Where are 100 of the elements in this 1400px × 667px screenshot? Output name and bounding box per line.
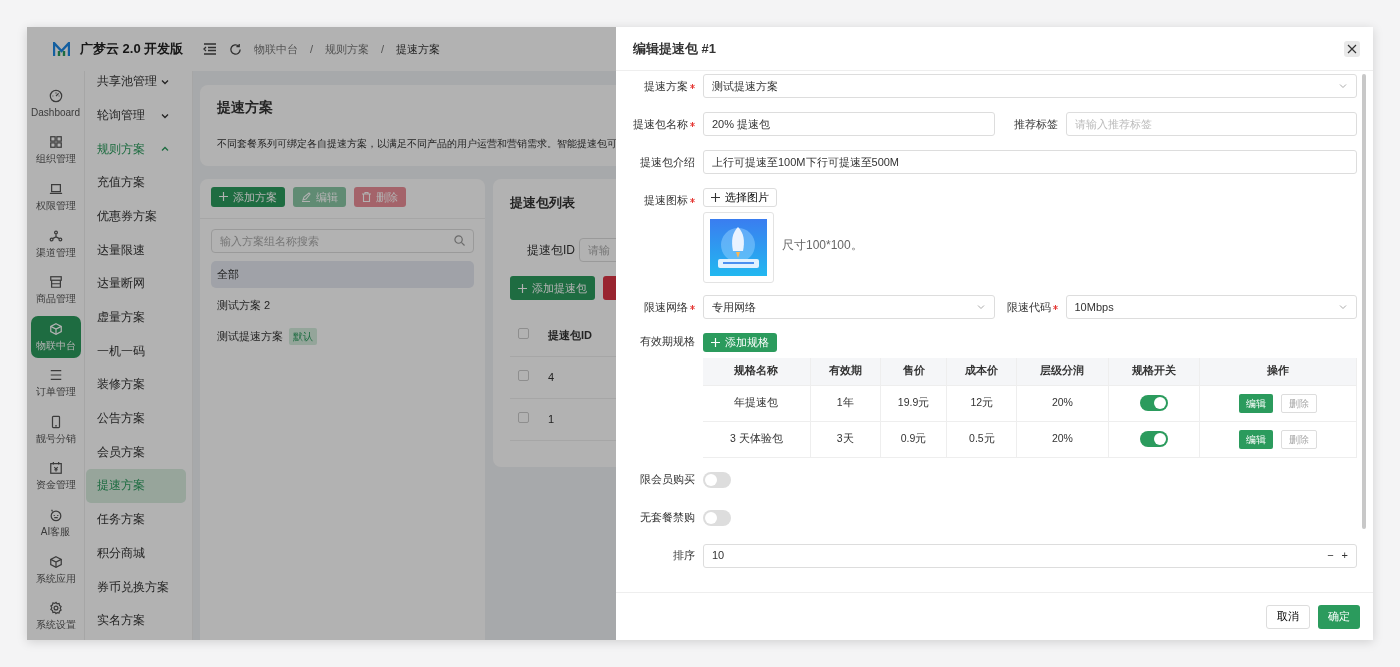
checkbox[interactable] [518,412,529,424]
input-field[interactable]: 20% 提速包 [703,112,995,136]
rail-item[interactable]: 商品管理 [30,269,81,312]
checkbox[interactable] [518,370,529,382]
menu-item[interactable]: 积分商城 [86,536,186,571]
field-label: 限会员购买 [640,472,695,488]
confirm-button[interactable]: 确定 [1318,604,1360,629]
grid-icon [48,135,63,150]
table-cell: 20% [1016,385,1108,421]
column-header: 成本价 [946,358,1017,385]
menu-item[interactable]: 会员方案 [86,435,186,470]
menu-item[interactable]: 一机一码 [86,334,186,369]
column-header: 操作 [1199,358,1357,385]
menu-item[interactable]: 达量限速 [86,233,186,268]
select-field[interactable]: 10Mbps [1065,295,1357,319]
menu-item[interactable]: 公告方案 [86,401,186,436]
field-label: 限速网络 [644,299,688,315]
menu-icon[interactable] [203,42,217,56]
table-cell: 19.9元 [880,385,947,421]
input-field[interactable]: 上行可提速至100M下行可提速至500M [703,150,1357,174]
menu-item[interactable]: 券币兑换方案 [86,570,186,604]
plus-icon [518,283,527,293]
select-field[interactable]: 专用网络 [703,295,995,319]
edit-button[interactable]: 编辑 [1238,393,1273,413]
rail-item[interactable]: 物联中台 [30,315,81,359]
breadcrumb-link[interactable]: 规则方案 [325,40,370,58]
field-label: 推荐标签 [1013,116,1058,132]
breadcrumb-separator: / [310,41,314,57]
choose-image-button[interactable]: 选择图片 [703,188,777,207]
cube-icon [48,321,63,336]
menu-item[interactable]: 任务方案 [86,502,186,537]
close-button[interactable] [1344,40,1360,57]
menu-item[interactable]: 虚量方案 [86,300,186,335]
rail-item[interactable]: 组织管理 [30,129,81,173]
toggle-switch[interactable] [703,509,731,526]
rail-item[interactable]: 靓号分销 [30,409,81,452]
scheme-item[interactable]: 全部 [211,260,474,288]
column-header: 规格名称 [703,358,811,385]
column-header: 规格开关 [1108,358,1200,385]
field-label: 有效期规格 [640,334,695,349]
breadcrumb-separator: / [381,41,385,57]
refresh-icon[interactable] [229,42,242,56]
field-label: 提速方案 [644,78,688,94]
scrollbar[interactable] [1362,74,1366,529]
add-package-button[interactable]: 添加提速包 [510,276,595,301]
menu-item[interactable]: 实名方案 [86,604,186,638]
increment-button[interactable]: + [1341,547,1348,564]
toggle-switch[interactable] [703,471,731,488]
checkbox[interactable] [518,327,529,339]
filter-label: 提速包ID [527,242,575,260]
menu-group[interactable]: 轮询管理 [86,98,186,133]
caret-icon [975,302,986,312]
table-cell: 3 天体验包 [703,421,811,457]
laptop-icon [48,181,63,196]
rail-item[interactable]: 资金管理 [30,455,81,499]
rail-item[interactable]: Dashboard [30,83,81,126]
menu-item[interactable]: 优惠券方案 [86,199,186,234]
toggle-switch[interactable] [1139,395,1168,412]
rail-item[interactable]: 系统设置 [30,595,81,638]
add-spec-button[interactable]: 添加规格 [703,333,777,352]
rail-item[interactable]: AI客服 [30,502,81,545]
table-cell: 1年 [810,385,881,421]
menu-item[interactable]: 充值方案 [86,166,186,200]
list-icon [48,368,63,383]
add-button[interactable]: 添加方案 [211,186,285,207]
number-field[interactable]: 10 − + [703,543,1357,568]
column-header: 层级分润 [1016,358,1108,385]
breadcrumb-link[interactable]: 提速方案 [396,40,441,58]
field-label: 无套餐禁购 [640,510,695,526]
rail-item[interactable]: 系统应用 [30,548,81,592]
rail-item[interactable]: 渠道管理 [30,222,81,266]
page-description: 不同套餐系列可绑定各自提速方案，以满足不同产品的用户运营和营销需求。智能提速包可 [217,136,617,151]
nodes-icon [48,228,63,243]
app-name: 广梦云 2.0 开发版 [80,40,184,59]
scheme-item[interactable]: 测试提速方案 默认 [211,322,474,350]
calendar-icon [48,461,63,476]
table-cell: 0.9元 [880,421,947,457]
close-icon [1347,43,1357,54]
toggle-switch[interactable] [1139,431,1168,448]
table-cell: 20% [1016,421,1108,457]
select-field[interactable]: 测试提速方案 [703,74,1357,98]
column-header: 有效期 [810,358,881,385]
plus-icon [219,192,228,202]
default-tag: 默认 [289,327,317,345]
panel-title: 提速包列表 [510,194,575,210]
decrement-button[interactable]: − [1327,547,1334,564]
rail-item[interactable]: 订单管理 [30,362,81,406]
menu-item[interactable]: 装修方案 [86,368,186,402]
breadcrumb-link[interactable]: 物联中台 [254,40,298,58]
caret-icon [1338,302,1348,312]
field-label: 提速包名称 [633,116,688,132]
field-label: 提速图标 [644,192,688,208]
edit-button[interactable]: 编辑 [1238,429,1273,449]
rail-item[interactable]: 权限管理 [30,176,81,219]
search-icon [454,235,465,247]
cancel-button[interactable]: 取消 [1266,604,1310,629]
table-cell: 年提速包 [703,385,811,421]
menu-item[interactable]: 达量断网 [86,267,186,301]
field-label: 排序 [673,548,695,564]
scheme-item[interactable]: 测试方案 2 [211,291,474,319]
